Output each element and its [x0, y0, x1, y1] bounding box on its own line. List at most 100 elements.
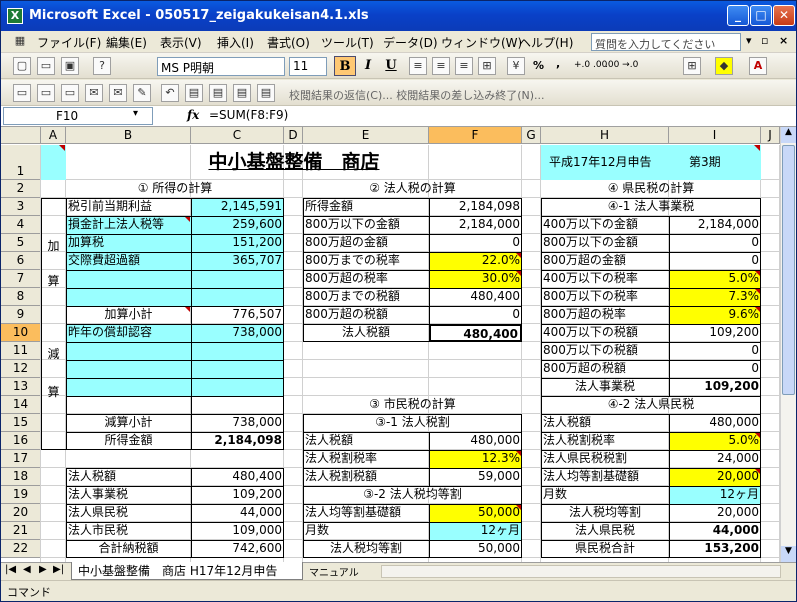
row-header-1[interactable]: 1 [1, 145, 41, 180]
help-icon[interactable]: ? [93, 57, 111, 75]
row-header-14[interactable]: 14 [1, 396, 41, 414]
column-header-j[interactable]: J [761, 127, 780, 144]
spreadsheet-grid[interactable]: A B C D E F G H I J 1 2 3 4 5 6 7 8 9 10 11 12 13 14 15 16 17 18 19 2… [1, 127, 780, 562]
maximize-button[interactable]: □ [750, 5, 772, 26]
bold-button[interactable]: B [334, 56, 356, 76]
prev-sheet-icon[interactable]: ◀ [23, 564, 31, 575]
row-header-18[interactable]: 18 [1, 468, 41, 486]
menu-format[interactable]: 書式(O) [267, 34, 310, 51]
decrease-decimal-button[interactable]: .00 →.0 [605, 60, 638, 70]
menu-help[interactable]: ヘルプ(H) [519, 34, 573, 51]
font-name-select[interactable]: MS P明朝 [157, 57, 285, 76]
column-header-g[interactable]: G [522, 127, 541, 144]
name-box[interactable]: F10 [3, 107, 153, 125]
column-header-d[interactable]: D [284, 127, 303, 144]
align-right-icon[interactable]: ≡ [455, 57, 473, 75]
undo-icon[interactable]: ↶ [161, 84, 179, 102]
comment-icon[interactable]: ▤ [233, 84, 251, 102]
close-icon[interactable]: × [779, 34, 788, 47]
row-header-19[interactable]: 19 [1, 486, 41, 504]
column-header-e[interactable]: E [303, 127, 429, 144]
vertical-scrollbar[interactable]: ▲ ▼ [780, 127, 796, 562]
row-header-17[interactable]: 17 [1, 450, 41, 468]
column-header-c[interactable]: C [191, 127, 284, 144]
minimize-button[interactable]: _ [727, 5, 749, 26]
comment-icon[interactable]: ▤ [185, 84, 203, 102]
chevron-down-icon[interactable]: ▾ [133, 108, 138, 119]
row-header-12[interactable]: 12 [1, 360, 41, 378]
horizontal-scrollbar[interactable] [381, 565, 781, 578]
currency-icon[interactable]: ¥ [507, 57, 525, 75]
envelope-icon[interactable]: ✉ [109, 84, 127, 102]
italic-button[interactable]: I [357, 56, 379, 76]
workbook-icon[interactable]: ▦ [11, 33, 29, 51]
increase-decimal-button[interactable]: +.0 .00 [574, 60, 607, 70]
row-header-20[interactable]: 20 [1, 504, 41, 522]
track-icon[interactable]: ✎ [133, 84, 151, 102]
menu-window[interactable]: ウィンドウ(W) [441, 34, 522, 51]
row-header-6[interactable]: 6 [1, 252, 41, 270]
chevron-down-icon[interactable]: ▾ [746, 34, 752, 47]
folder-icon[interactable]: ▭ [37, 84, 55, 102]
menu-view[interactable]: 表示(V) [160, 34, 202, 51]
first-sheet-icon[interactable]: |◀ [5, 564, 16, 575]
row-header-8[interactable]: 8 [1, 288, 41, 306]
row-header-4[interactable]: 4 [1, 216, 41, 234]
next-sheet-icon[interactable]: ▶ [39, 564, 47, 575]
formula-input[interactable]: =SUM(F8:F9) [209, 108, 288, 122]
scroll-up-icon[interactable]: ▲ [781, 127, 796, 143]
review-actions[interactable]: 校閲結果の返信(C)... 校閲結果の差し込み終了(N)... [289, 87, 545, 103]
last-sheet-icon[interactable]: ▶| [53, 564, 64, 575]
menu-tools[interactable]: ツール(T) [321, 34, 374, 51]
column-header-h[interactable]: H [541, 127, 669, 144]
column-header-b[interactable]: B [66, 127, 191, 144]
comma-button[interactable]: , [556, 57, 560, 70]
row-header-9[interactable]: 9 [1, 306, 41, 324]
row-header-15[interactable]: 15 [1, 414, 41, 432]
percent-button[interactable]: % [533, 59, 544, 72]
select-all-corner[interactable] [1, 127, 41, 144]
menu-file[interactable]: ファイル(F) [37, 34, 101, 51]
font-color-icon[interactable]: A [749, 57, 767, 75]
close-button[interactable]: ✕ [773, 5, 795, 26]
underline-button[interactable]: U [380, 56, 402, 76]
comment-icon[interactable]: ▤ [209, 84, 227, 102]
column-header-a[interactable]: A [41, 127, 66, 144]
row-header-7[interactable]: 7 [1, 270, 41, 288]
save-icon[interactable]: ▣ [61, 57, 79, 75]
title-bar[interactable]: X Microsoft Excel - 050517_zeigakukeisan… [1, 1, 796, 31]
help-search-input[interactable]: 質問を入力してください [591, 33, 741, 51]
mail-icon[interactable]: ✉ [85, 84, 103, 102]
restore-icon[interactable]: ▫ [761, 34, 768, 47]
align-left-icon[interactable]: ≡ [409, 57, 427, 75]
menu-edit[interactable]: 編集(E) [106, 34, 147, 51]
column-header-f[interactable]: F [429, 127, 522, 144]
open-icon[interactable]: ▭ [37, 57, 55, 75]
column-header-i[interactable]: I [669, 127, 761, 144]
row-header-11[interactable]: 11 [1, 342, 41, 360]
scroll-thumb[interactable] [782, 145, 795, 395]
fx-icon[interactable]: fx [187, 108, 199, 122]
comment-icon[interactable]: ▤ [257, 84, 275, 102]
row-header-10[interactable]: 10 [1, 324, 41, 342]
row-header-13[interactable]: 13 [1, 378, 41, 396]
scroll-down-icon[interactable]: ▼ [781, 546, 796, 562]
row-header-2[interactable]: 2 [1, 180, 41, 198]
folder-icon[interactable]: ▭ [13, 84, 31, 102]
menu-insert[interactable]: 挿入(I) [217, 34, 254, 51]
font-size-select[interactable]: 11 [289, 57, 327, 76]
merge-center-icon[interactable]: ⊞ [478, 57, 496, 75]
tab-manual[interactable]: マニュアル [303, 563, 363, 580]
tab-active-sheet[interactable]: 中小基盤整備 商店 H17年12月申告 [71, 562, 303, 580]
row-header-22[interactable]: 22 [1, 540, 41, 558]
new-icon[interactable]: ▢ [13, 57, 31, 75]
row-header-21[interactable]: 21 [1, 522, 41, 540]
borders-icon[interactable]: ⊞ [683, 57, 701, 75]
folder-icon[interactable]: ▭ [61, 84, 79, 102]
fill-color-icon[interactable]: ◆ [715, 57, 733, 75]
align-center-icon[interactable]: ≡ [432, 57, 450, 75]
menu-data[interactable]: データ(D) [383, 34, 438, 51]
row-header-16[interactable]: 16 [1, 432, 41, 450]
row-header-5[interactable]: 5 [1, 234, 41, 252]
row-header-3[interactable]: 3 [1, 198, 41, 216]
